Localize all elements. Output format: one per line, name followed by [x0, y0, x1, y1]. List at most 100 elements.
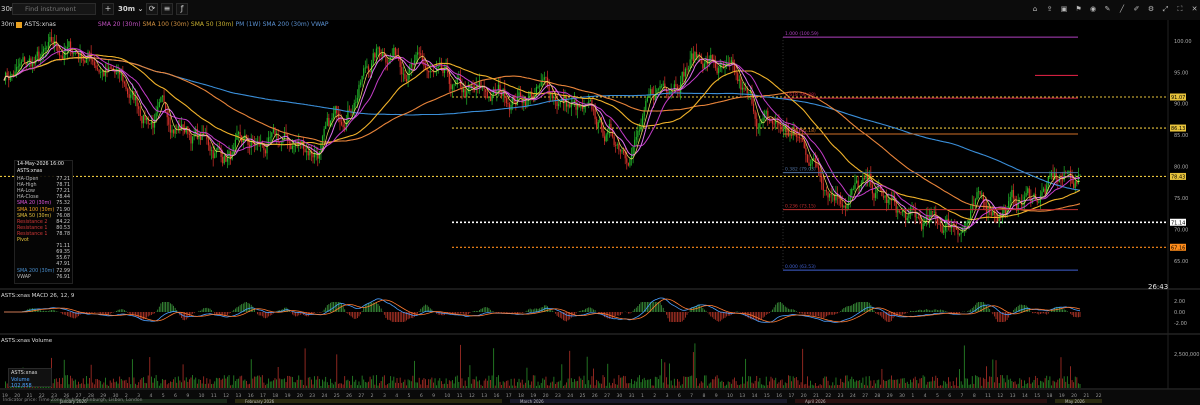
- volume-bar: [868, 376, 870, 388]
- macd-bar: [686, 312, 688, 315]
- volume-bar: [274, 378, 276, 388]
- macd-bar: [458, 312, 460, 314]
- volume-bar: [925, 384, 927, 388]
- volume-bar: [515, 385, 517, 388]
- volume-bar: [646, 379, 648, 388]
- macd-bar: [852, 304, 854, 312]
- volume-bar: [849, 379, 851, 388]
- macd-bar: [49, 310, 51, 312]
- candle-body: [212, 150, 214, 159]
- volume-bar: [944, 381, 946, 388]
- macd-bar: [515, 312, 517, 314]
- month-label: March 2026: [520, 399, 544, 404]
- volume-bar: [883, 379, 884, 388]
- candle-body: [366, 66, 368, 68]
- volume-bar: [398, 383, 399, 388]
- volume-bar: [719, 381, 721, 388]
- volume-bar: [479, 380, 480, 388]
- volume-bar: [89, 377, 90, 388]
- volume-bar: [395, 382, 396, 388]
- volume-bar: [141, 378, 143, 388]
- price-chart[interactable]: 2,500,000 2.000.00-2.00 100.0095.0090.00…: [0, 0, 1200, 405]
- volume-bar: [1065, 381, 1067, 388]
- macd-bar: [505, 312, 507, 313]
- macd-bar: [1044, 312, 1046, 314]
- volume-bar: [534, 375, 536, 388]
- volume-bar: [970, 384, 972, 388]
- volume-bar: [317, 376, 319, 388]
- candle-body: [830, 193, 832, 195]
- candle-body: [827, 191, 829, 198]
- volume-bar: [496, 377, 498, 388]
- candle-body: [127, 88, 129, 95]
- macd-bar: [830, 312, 832, 315]
- macd-bar: [376, 302, 377, 312]
- candle-body: [417, 52, 419, 55]
- macd-bar: [464, 312, 466, 316]
- volume-bar: [196, 383, 198, 388]
- volume-bar: [73, 380, 75, 388]
- volume-bar: [279, 378, 281, 388]
- macd-bar: [1070, 312, 1071, 314]
- day-tick-label: 6: [678, 393, 681, 399]
- macd-bar: [330, 302, 331, 312]
- day-tick-label: 5: [936, 393, 939, 399]
- candle-body: [309, 150, 311, 156]
- volume-bar: [791, 381, 792, 388]
- volume-bar: [203, 376, 205, 388]
- candle-body: [646, 96, 648, 101]
- candle-body: [797, 136, 799, 138]
- volume-bar: [442, 384, 444, 388]
- candle-body: [1049, 175, 1051, 177]
- volume-bar: [87, 383, 89, 388]
- candle-body: [881, 189, 883, 197]
- candle-body: [1038, 201, 1040, 203]
- volume-bar: [906, 381, 908, 388]
- volume-bar: [786, 383, 788, 388]
- volume-bar: [320, 385, 322, 388]
- candle-body: [367, 66, 370, 71]
- volume-bar: [184, 380, 186, 388]
- candle-body: [825, 190, 828, 192]
- candle-body: [897, 210, 899, 213]
- macd-bar: [645, 302, 647, 312]
- macd-bar: [875, 312, 876, 314]
- month-label: May 2026: [1065, 399, 1085, 404]
- candle-body: [11, 74, 13, 76]
- candle-body: [92, 59, 94, 62]
- volume-bar: [562, 385, 564, 388]
- candle-body: [900, 212, 902, 213]
- macd-bar: [125, 311, 127, 312]
- volume-bar: [396, 378, 398, 388]
- volume-bar: [1032, 382, 1033, 388]
- candle-body: [429, 71, 431, 73]
- volume-bar: [1009, 378, 1011, 388]
- volume-label: ASTS:xnas Volume: [1, 338, 53, 344]
- day-tick-label: 17: [506, 393, 512, 399]
- volume-bar: [645, 380, 647, 388]
- volume-bar: [112, 378, 114, 388]
- volume-bar: [708, 383, 710, 388]
- macd-bar: [93, 312, 95, 313]
- volume-bar: [613, 378, 615, 388]
- volume-bar: [165, 379, 167, 388]
- candle-body: [325, 125, 327, 129]
- volume-bar: [1022, 385, 1024, 388]
- candle-body: [1073, 183, 1075, 189]
- macd-bar: [900, 312, 902, 316]
- macd-bar: [632, 310, 634, 312]
- volume-bar: [217, 378, 219, 388]
- volume-bar: [219, 377, 220, 388]
- volume-bar: [361, 375, 363, 388]
- candle-body: [616, 144, 618, 146]
- candle-body: [808, 162, 810, 166]
- volume-bar: [149, 357, 151, 388]
- candle-body: [822, 183, 824, 191]
- volume-bar: [664, 362, 666, 388]
- volume-bar: [162, 378, 163, 388]
- candle-body: [283, 132, 286, 139]
- volume-bar: [735, 381, 737, 388]
- macd-bar: [253, 309, 255, 312]
- volume-tick-label: 2,500,000: [1174, 352, 1199, 358]
- macd-bar: [236, 307, 238, 312]
